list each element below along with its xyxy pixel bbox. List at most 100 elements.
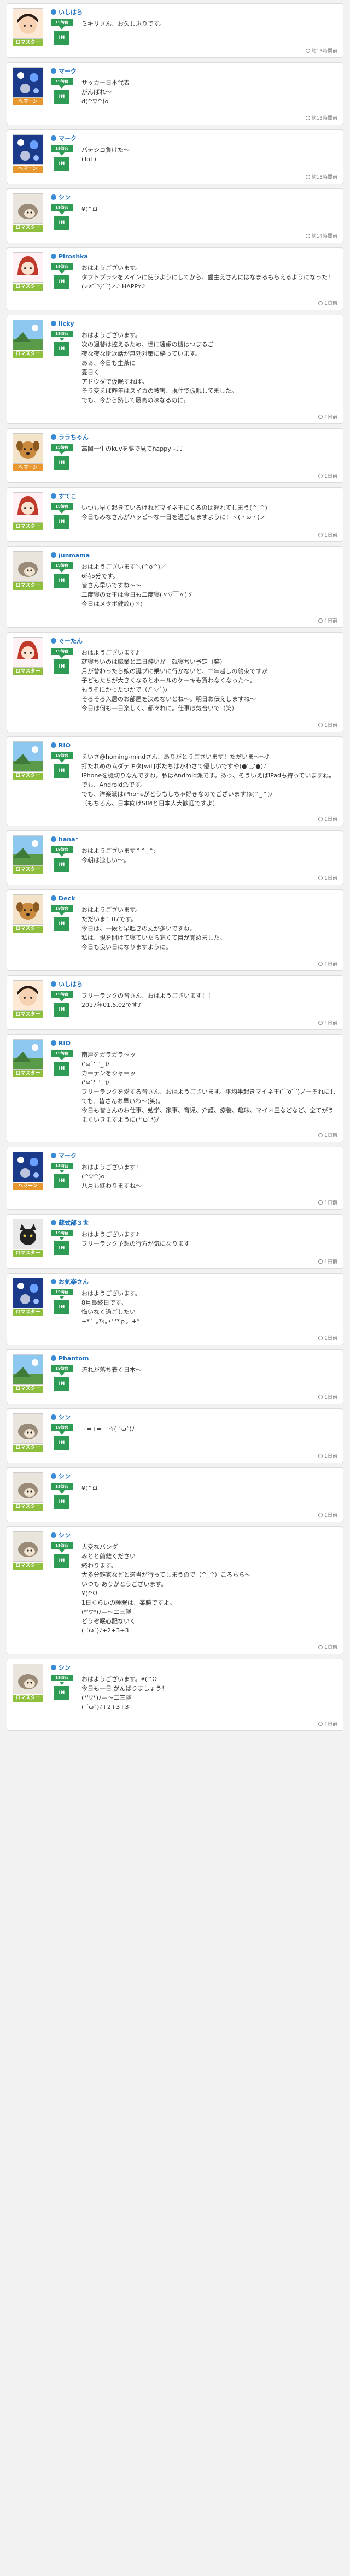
post-timestamp: 1日前 <box>318 1334 337 1341</box>
avatar-character[interactable] <box>13 252 43 283</box>
username[interactable]: シン <box>59 1414 71 1421</box>
checkin-badge: 19時台 IN <box>51 1424 73 1450</box>
post-card: ロマスター ぐーたん 19時台 IN おはようございます♪ 就寝ちいのは職業と二… <box>7 632 343 732</box>
post-message: サッカー日本代表 がんばれ〜 d(^▽^)o <box>81 79 130 105</box>
username[interactable]: いしはら <box>59 9 83 16</box>
username[interactable]: シン <box>59 1473 71 1480</box>
avatar-landscape[interactable] <box>13 741 43 772</box>
avatar-hair-black[interactable] <box>13 8 43 39</box>
post-message: 南戸をガラガラ〜ッ ('ω`'' '_')/ カーテンをシャーッ ('ω`'' … <box>81 1051 336 1123</box>
avatar-dots[interactable] <box>13 134 43 165</box>
avatar-cat[interactable] <box>13 1219 43 1249</box>
post-card: ロマスター シン 19時台 IN ¥(^Ω 約14時間前 <box>7 188 343 243</box>
avatar-hedgehog[interactable] <box>13 1413 43 1444</box>
avatar-column: ロマスター <box>13 835 44 874</box>
avatar-dots[interactable] <box>13 67 43 98</box>
username[interactable]: お気楽さん <box>59 1278 89 1286</box>
badge-arrow-icon <box>59 655 65 658</box>
username[interactable]: ララちゃん <box>59 434 89 441</box>
clock-icon <box>318 962 323 966</box>
username[interactable]: Piroshka <box>59 253 88 260</box>
post-header: junmama <box>51 551 337 560</box>
rank-badge: ロマスター <box>13 866 43 874</box>
post-header: RIO <box>51 1039 337 1048</box>
user-icon <box>51 1279 56 1284</box>
avatar-dog[interactable] <box>13 894 43 925</box>
username[interactable]: hana* <box>59 836 78 843</box>
user-icon <box>51 68 56 74</box>
post-card: ヘマーン マーク 19時台 IN バテシコ負けた〜 (ToT) 約13時間前 <box>7 129 343 184</box>
avatar-character[interactable] <box>13 492 43 523</box>
avatar-column: ヘマーン <box>13 67 44 105</box>
timestamp-text: 1日前 <box>324 817 337 822</box>
username[interactable]: licky <box>59 320 74 327</box>
post-body: 19時台 IN おはようございます。 タフトプラシをメインに使うようにしてから、… <box>51 263 337 303</box>
avatar-landscape[interactable] <box>13 1354 43 1385</box>
badge-arrow-icon <box>59 569 65 573</box>
user-icon <box>51 1153 56 1158</box>
username[interactable]: ぐーたん <box>59 638 83 645</box>
user-icon <box>51 1665 56 1670</box>
post-timestamp: 1日前 <box>318 617 337 624</box>
post-card: ロマスター 蘇式部３世 19時台 IN おはようございます♪ フリーランク予想の… <box>7 1214 343 1269</box>
badge-time-label: 19時台 <box>51 1675 73 1681</box>
avatar-dots[interactable] <box>13 1152 43 1182</box>
post-message: おはようございます^^_^; 今朝は涼しい〜。 <box>81 847 156 864</box>
avatar-landscape[interactable] <box>13 835 43 866</box>
username[interactable]: シン <box>59 1532 71 1539</box>
post-timestamp: 約14時間前 <box>305 232 337 239</box>
username[interactable]: いしはら <box>59 981 83 988</box>
username[interactable]: RIO <box>59 742 71 749</box>
avatar-dog[interactable] <box>13 433 43 464</box>
username[interactable]: すてこ <box>59 493 77 500</box>
username[interactable]: マーク <box>59 68 77 75</box>
badge-in-label: IN <box>54 1436 69 1450</box>
username[interactable]: シン <box>59 194 71 201</box>
post-body: 19時台 IN バテシコ負けた〜 (ToT) <box>51 145 337 176</box>
post-timestamp: 1日前 <box>318 721 337 728</box>
badge-time-label: 19時台 <box>51 145 73 152</box>
timestamp-text: 1日前 <box>324 1395 337 1400</box>
post-message: おはようございます＼(^o^)／ 6時5分です。 皆さん早いですね〜〜 二度寝の… <box>81 563 194 608</box>
username[interactable]: junmama <box>59 552 90 559</box>
checkin-badge: 19時台 IN <box>51 1542 73 1647</box>
username[interactable]: Phantom <box>59 1355 89 1362</box>
timestamp-text: 1日前 <box>324 1021 337 1026</box>
badge-time-label: 19時台 <box>51 648 73 655</box>
timestamp-text: 1日前 <box>324 301 337 306</box>
avatar-hedgehog[interactable] <box>13 1472 43 1503</box>
post-body: 19時台 IN フリーランクの皆さん、おはようございます！！ 2017年01.5… <box>51 991 337 1022</box>
post-body: 19時台 IN 高岡一生のkuvを夢で見てhappy~♪♪ <box>51 444 337 470</box>
post-body: 19時台 IN えいさ@homing-mindさん、ありがとうございます！ただい… <box>51 752 337 820</box>
user-icon <box>51 493 56 499</box>
badge-time-label: 19時台 <box>51 204 73 211</box>
username[interactable]: RIO <box>59 1040 71 1047</box>
avatar-column: ロマスター <box>13 1278 44 1316</box>
username[interactable]: 蘇式部３世 <box>59 1219 89 1227</box>
checkin-badge: 19時台 IN <box>51 1675 73 1724</box>
timestamp-text: 1日前 <box>324 1259 337 1265</box>
post-body: 19時台 IN ¥(^Ω <box>51 1483 337 1509</box>
avatar-landscape[interactable] <box>13 1039 43 1070</box>
avatar-landscape[interactable] <box>13 320 43 350</box>
post-card: ロマスター hana* 19時台 IN おはようございます^^_^; 今朝は涼し… <box>7 830 343 885</box>
badge-arrow-icon <box>59 26 65 30</box>
username[interactable]: マーク <box>59 135 77 142</box>
avatar-character[interactable] <box>13 637 43 668</box>
user-icon <box>51 434 56 440</box>
post-body: 19時台 IN おはようございます。¥(^Ω 今日も一日 がんばりましょう！ (… <box>51 1675 337 1724</box>
avatar-hedgehog[interactable] <box>13 1664 43 1694</box>
post-card: ヘマーン ララちゃん 19時台 IN 高岡一生のkuvを夢で見てhappy~♪♪… <box>7 428 343 483</box>
avatar-hedgehog[interactable] <box>13 193 43 224</box>
rank-badge: ロマスター <box>13 351 43 358</box>
avatar-hedgehog[interactable] <box>13 1531 43 1562</box>
username[interactable]: シン <box>59 1664 71 1671</box>
avatar-hedgehog[interactable] <box>13 551 43 582</box>
avatar-hair-black[interactable] <box>13 980 43 1011</box>
checkin-badge: 19時台 IN <box>51 263 73 303</box>
avatar-dots[interactable] <box>13 1278 43 1308</box>
username[interactable]: Deck <box>59 895 75 902</box>
username[interactable]: マーク <box>59 1152 77 1159</box>
clock-icon <box>318 817 323 821</box>
avatar-column: ロマスター <box>13 1354 44 1393</box>
